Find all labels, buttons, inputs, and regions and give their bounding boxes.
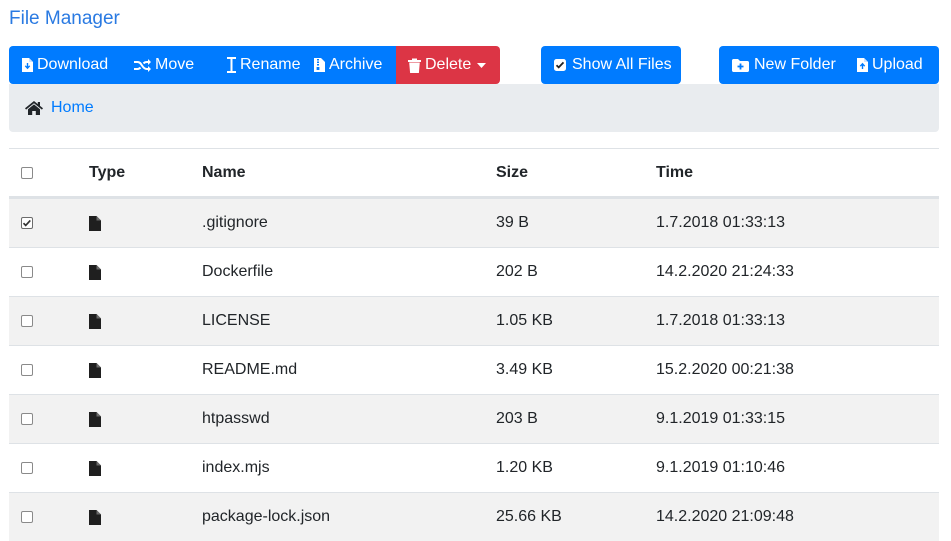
table-row[interactable]: package-lock.json 25.66 KB 14.2.2020 21:09… [9,492,939,541]
file-time: 1.7.2018 01:33:13 [656,214,786,231]
file-name[interactable]: .gitignore [202,199,268,247]
row-checkbox[interactable] [21,248,33,296]
move-button[interactable]: Move [122,46,217,84]
file-time: 9.1.2019 01:10:46 [656,459,786,476]
caret-down-icon [477,62,487,68]
show-all-files-toggle[interactable]: Show All Files [541,46,681,84]
file-time: 14.2.2020 21:24:33 [656,263,794,280]
file-icon [89,444,101,492]
upload-button[interactable]: Upload [845,46,939,84]
file-actions-group: Download Move Rename Archive Delete [9,46,500,84]
row-checkbox[interactable] [21,199,33,247]
create-actions-group: New Folder Upload [719,46,939,84]
file-download-icon [22,58,33,72]
file-icon [89,248,101,296]
row-checkbox[interactable] [21,395,33,443]
page-title: File Manager [9,8,120,29]
folder-plus-icon [732,58,749,72]
table-row[interactable]: htpasswd 203 B 9.1.2019 01:33:15 [9,394,939,443]
file-table: Type Name Size Time .gitignore 39 B 1.7.20… [9,148,939,541]
table-row[interactable]: LICENSE 1.05 KB 1.7.2018 01:33:13 [9,296,939,345]
download-button[interactable]: Download [9,46,122,84]
file-time: 1.7.2018 01:33:13 [656,312,786,329]
column-header-type[interactable]: Type [89,149,125,196]
breadcrumb: Home [9,84,939,132]
file-archive-icon [314,58,325,72]
file-icon [89,199,101,247]
file-size: 39 B [496,214,529,231]
checkbox-icon [554,59,566,71]
shuffle-icon [134,58,151,72]
table-row[interactable]: README.md 3.49 KB 15.2.2020 00:21:38 [9,345,939,394]
table-row[interactable]: Dockerfile 202 B 14.2.2020 21:24:33 [9,247,939,296]
row-checkbox[interactable] [21,297,33,345]
file-upload-icon [857,58,868,72]
rename-button[interactable]: Rename [217,46,304,84]
table-body: .gitignore 39 B 1.7.2018 01:33:13 Dockerfil… [9,198,939,541]
archive-button[interactable]: Archive [304,46,396,84]
row-checkbox[interactable] [21,493,33,541]
row-checkbox[interactable] [21,444,33,492]
breadcrumb-home-link[interactable]: Home [51,99,94,117]
show-all-files-button[interactable]: Show All Files [541,46,681,84]
file-icon [89,395,101,443]
column-header-size[interactable]: Size [496,149,528,196]
home-icon [25,101,43,115]
file-time: 15.2.2020 00:21:38 [656,361,794,378]
column-header-time[interactable]: Time [656,149,693,196]
file-name[interactable]: htpasswd [202,395,270,443]
text-cursor-icon [227,57,236,73]
file-name[interactable]: README.md [202,346,297,394]
file-name[interactable]: Dockerfile [202,248,273,296]
file-icon [89,297,101,345]
trash-icon [408,58,421,73]
column-header-name[interactable]: Name [202,149,246,196]
file-size: 203 B [496,410,538,427]
new-folder-button[interactable]: New Folder [719,46,845,84]
file-name[interactable]: LICENSE [202,297,270,345]
table-header: Type Name Size Time [9,149,939,198]
file-time: 9.1.2019 01:33:15 [656,410,786,427]
file-icon [89,493,101,541]
select-all-checkbox[interactable] [21,149,33,196]
file-size: 25.66 KB [496,508,562,525]
table-row[interactable]: .gitignore 39 B 1.7.2018 01:33:13 [9,198,939,247]
table-row[interactable]: index.mjs 1.20 KB 9.1.2019 01:10:46 [9,443,939,492]
file-name[interactable]: index.mjs [202,444,270,492]
file-name[interactable]: package-lock.json [202,493,330,541]
file-icon [89,346,101,394]
file-size: 202 B [496,263,538,280]
row-checkbox[interactable] [21,346,33,394]
file-size: 1.05 KB [496,312,553,329]
delete-dropdown-button[interactable]: Delete [396,46,500,84]
file-size: 3.49 KB [496,361,553,378]
file-size: 1.20 KB [496,459,553,476]
file-time: 14.2.2020 21:09:48 [656,508,794,525]
